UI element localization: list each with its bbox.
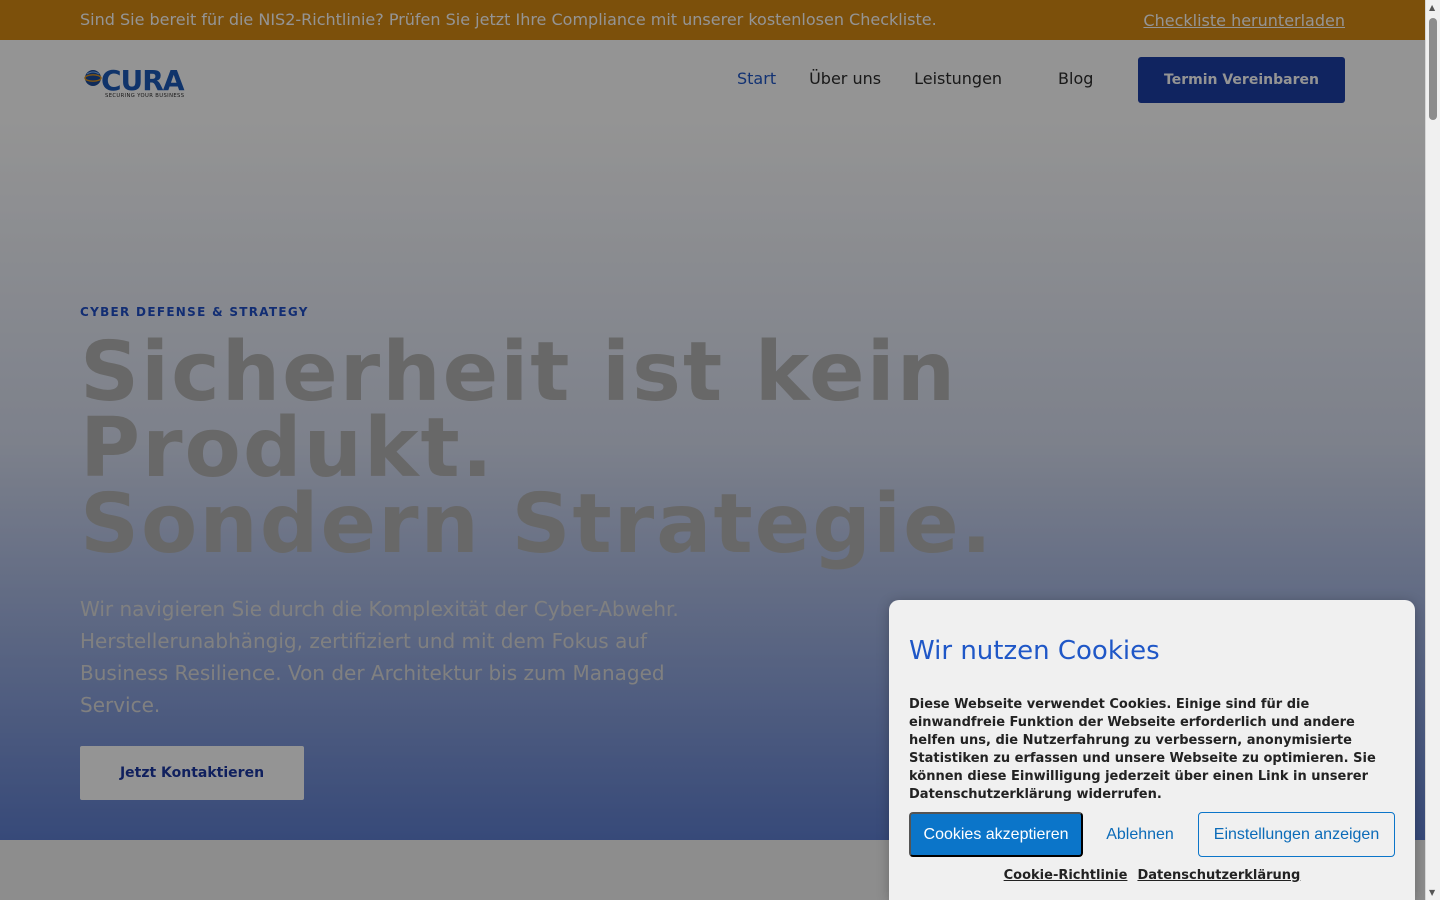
page-scrollbar[interactable]: ▲ ▼ [1425,0,1440,900]
cookie-consent-dialog: Wir nutzen Cookies Diese Webseite verwen… [889,600,1415,900]
cookie-dialog-links: Cookie-Richtlinie Datenschutzerklärung [889,868,1415,883]
accept-cookies-button[interactable]: Cookies akzeptieren [909,812,1083,857]
decline-cookies-button[interactable]: Ablehnen [1092,812,1188,857]
page: Sind Sie bereit für die NIS2-Richtlinie?… [0,0,1425,900]
scroll-down-icon[interactable]: ▼ [1429,888,1435,897]
scrollbar-thumb[interactable] [1429,18,1437,120]
scroll-up-icon[interactable]: ▲ [1429,3,1435,12]
privacy-policy-link[interactable]: Datenschutzerklärung [1137,868,1300,883]
cookie-dialog-title: Wir nutzen Cookies [909,636,1160,666]
cookie-policy-link[interactable]: Cookie-Richtlinie [1004,868,1128,883]
cookie-dialog-text: Diese Webseite verwendet Cookies. Einige… [909,697,1376,802]
show-cookie-settings-button[interactable]: Einstellungen anzeigen [1198,812,1395,857]
